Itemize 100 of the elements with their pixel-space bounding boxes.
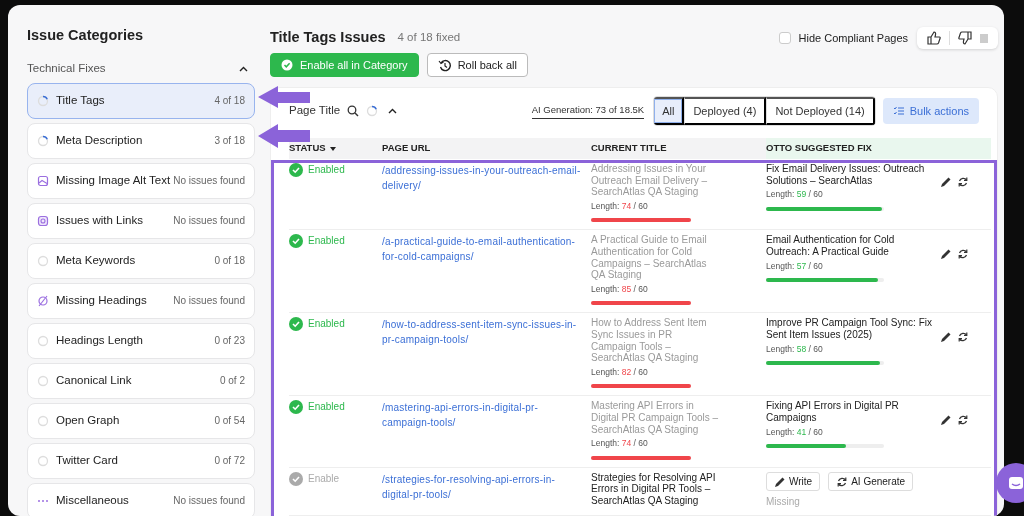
- ai-generation-quota: AI Generation: 73 of 18.5K: [531, 102, 645, 120]
- empty-set-icon: [37, 294, 49, 307]
- refresh-icon: [836, 476, 848, 487]
- category-item[interactable]: Open Graph 0 of 54: [27, 402, 255, 439]
- filter-tab[interactable]: All: [654, 96, 685, 126]
- category-item[interactable]: Headings Length 0 of 23: [27, 322, 255, 359]
- thumbs-up-icon: [927, 31, 941, 45]
- category-item[interactable]: Missing Headings No issues found: [27, 282, 255, 319]
- check-circle-icon: [281, 59, 293, 71]
- pencil-icon: [940, 176, 952, 189]
- column-header: PAGE URL: [382, 138, 591, 159]
- arrow-drawing: [258, 86, 310, 108]
- column-header: CURRENT TITLE: [591, 138, 766, 159]
- check-circle-icon: [289, 163, 303, 177]
- issue-count: 0 of 18: [214, 254, 245, 269]
- pencil-icon: [940, 247, 952, 260]
- missing-note: Missing: [766, 496, 801, 508]
- circle-icon: [37, 454, 49, 467]
- section-label: Technical Fixes: [27, 61, 106, 77]
- page-url-link[interactable]: /strategies-for-resolving-api-errors-in-digital-pr-tools/: [382, 471, 582, 502]
- list-check-icon: [892, 105, 905, 117]
- checkbox-label: Hide Compliant Pages: [798, 30, 908, 46]
- spinner-icon: [37, 134, 49, 147]
- length-label: Length: 59 / 60: [766, 189, 824, 201]
- circle-icon: [37, 374, 49, 387]
- suggested-title: Fixing API Errors in Digital PR Campaigns: [766, 400, 900, 424]
- length-label: Length: 74 / 60: [591, 438, 649, 450]
- category-item[interactable]: Meta Keywords 0 of 18: [27, 242, 255, 279]
- filter-tab[interactable]: Deployed (4): [684, 96, 767, 126]
- suggested-title: Email Authentication for Cold Outreach: A Practical Guide: [766, 234, 896, 258]
- check-circle-icon: [289, 400, 303, 415]
- bulk-actions-button[interactable]: Bulk actions: [882, 97, 979, 125]
- issue-count: No issues found: [173, 494, 245, 509]
- issue-count: 0 of 2: [219, 374, 245, 389]
- sort-caret-icon: [328, 144, 337, 153]
- length-label: Length: 82 / 60: [591, 366, 649, 379]
- issue-count: 0 of 54: [214, 414, 245, 429]
- pencil-icon: [774, 476, 785, 487]
- category-item[interactable]: Miscellaneous No issues found: [27, 482, 255, 516]
- category-item[interactable]: Missing Image Alt Text No issues found: [27, 162, 255, 199]
- length-label: Length: 41 / 60: [766, 426, 824, 439]
- current-title: How to Address Sent Item Sync Issues in PR Campaign Tools – SearchAtlas QA Staging: [591, 317, 708, 364]
- pencil-icon: [940, 413, 952, 426]
- issue-count: No issues found: [173, 214, 245, 229]
- category-item[interactable]: Title Tags 4 of 18: [27, 82, 255, 119]
- current-title: Addressing Issues in Your Outreach Email Delivery – SearchAtlas QA Staging: [591, 163, 709, 198]
- length-label: Length: 58 / 60: [766, 343, 824, 356]
- refresh-icon: [957, 176, 969, 189]
- panel-title: Issue Categories: [27, 27, 145, 45]
- current-title: Strategies for Resolving API Errors in Digital PR Tools – SearchAtlas QA Staging: [591, 471, 717, 507]
- circle-icon: [37, 414, 49, 427]
- suggested-title: Improve PR Campaign Tool Sync: Fix Sent Item Issues (2025): [766, 317, 933, 341]
- history-icon: [437, 58, 451, 72]
- spinner-icon: [37, 94, 49, 107]
- page-title: Title Tags Issues: [270, 28, 386, 48]
- page-url-link[interactable]: /mastering-api-errors-in-digital-pr-campaign-tools/: [382, 400, 582, 431]
- link-icon: [37, 214, 49, 227]
- issue-count: 3 of 18: [214, 134, 245, 149]
- fixed-count: 4 of 18 fixed: [397, 30, 461, 46]
- page-url-link[interactable]: /a-practical-guide-to-email-authentication-for-cold-campaigns/: [382, 234, 582, 265]
- column-header: STATUS: [289, 138, 382, 159]
- category-item[interactable]: Canonical Link 0 of 2: [27, 362, 255, 399]
- suggested-title: Fix Email Delivery Issues: Outreach Solutions – SearchAtlas: [766, 163, 926, 187]
- check-circle-icon: [289, 317, 303, 332]
- category-item[interactable]: Meta Description 3 of 18: [27, 122, 255, 159]
- page-url-link[interactable]: /addressing-issues-in-your-outreach-email-delivery/: [382, 163, 582, 193]
- refresh-icon: [957, 330, 969, 343]
- column-header: OTTO SUGGESTED FIX: [766, 138, 991, 159]
- issue-count: No issues found: [173, 174, 245, 189]
- spinner-icon: [366, 105, 379, 117]
- image-icon: [37, 174, 49, 187]
- check-circle-icon: [289, 471, 303, 486]
- issue-count: 0 of 23: [214, 334, 245, 349]
- issue-count: 0 of 72: [214, 454, 245, 469]
- column-label: Page Title: [289, 103, 341, 119]
- ai-generate-button[interactable]: AI Generate: [828, 471, 914, 492]
- page-url-link[interactable]: /how-to-address-sent-item-sync-issues-in-pr-campaign-tools/: [382, 317, 582, 348]
- issue-count: No issues found: [173, 294, 245, 309]
- length-label: Length: 74 / 60: [591, 200, 649, 213]
- check-circle-icon: [289, 234, 303, 249]
- chat-icon: [1008, 476, 1024, 490]
- length-label: Length: 57 / 60: [766, 260, 824, 273]
- category-item[interactable]: Issues with Links No issues found: [27, 202, 255, 239]
- search-icon: [347, 105, 360, 117]
- pencil-icon: [940, 330, 952, 343]
- help-icon: [980, 33, 988, 43]
- refresh-icon: [957, 413, 969, 426]
- thumbs-down-icon: [958, 31, 972, 45]
- current-title: A Practical Guide to Email Authentication for Cold Campaigns – SearchAtlas QA Staging: [591, 234, 708, 281]
- checkbox[interactable]: [778, 32, 791, 44]
- current-title: Mastering API Errors in Digital PR Campaign Tools – SearchAtlas QA Staging: [591, 400, 719, 436]
- length-label: Length: 85 / 60: [591, 283, 649, 296]
- write-button[interactable]: Write: [766, 471, 821, 492]
- filter-tab[interactable]: Not Deployed (14): [766, 96, 875, 126]
- refresh-icon: [957, 247, 969, 260]
- circle-icon: [37, 334, 49, 347]
- circle-icon: [37, 254, 49, 267]
- rollback-button[interactable]: Roll back all: [426, 53, 528, 77]
- issue-count: 4 of 18: [214, 94, 245, 109]
- category-item[interactable]: Twitter Card 0 of 72: [27, 442, 255, 479]
